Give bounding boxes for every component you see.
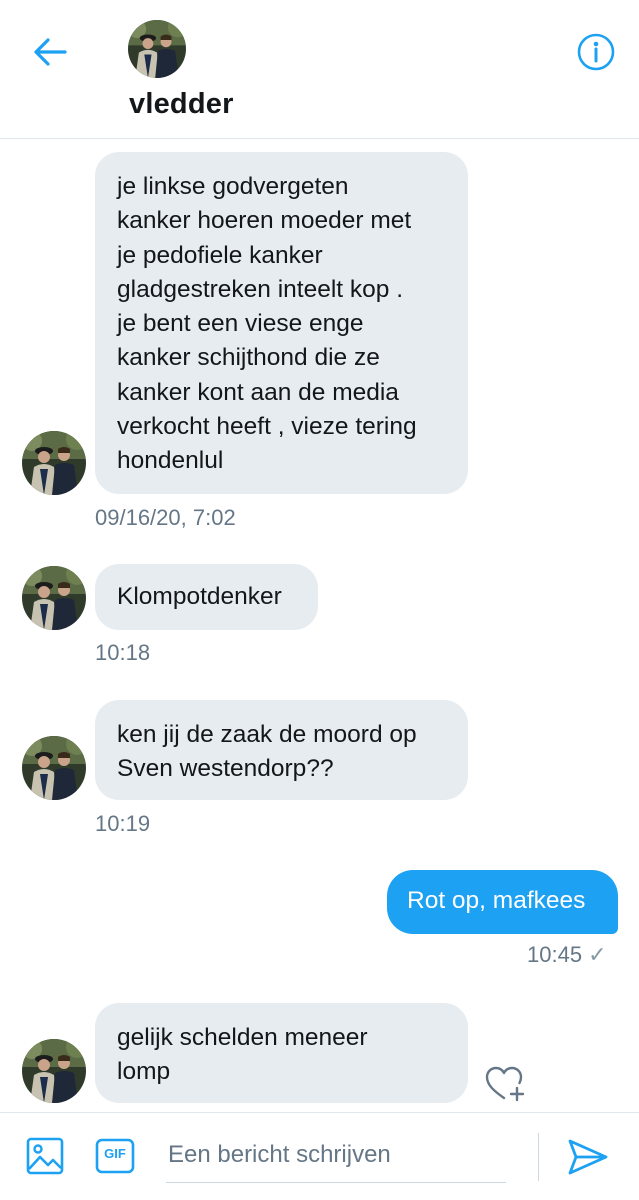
message-bubble-outgoing[interactable]: Rot op, mafkees: [387, 870, 618, 934]
message-timestamp: 10:19: [95, 811, 151, 836]
message-timestamp: 10:18: [95, 640, 151, 665]
message-bubble-incoming[interactable]: ken jij de zaak de moord op Sven westend…: [95, 700, 468, 800]
conversation-info-button[interactable]: [572, 28, 620, 76]
heart-plus-icon: [485, 1066, 525, 1102]
message-bubble-incoming[interactable]: Klompotdenker: [95, 564, 318, 630]
sender-avatar[interactable]: [22, 566, 86, 630]
conversation-username: vledder: [129, 88, 234, 120]
sent-checkmark-icon: ✓: [588, 942, 607, 967]
header-avatar[interactable]: [128, 20, 186, 78]
dm-conversation-screen: vledder je linkse godvergeten kanker hoe…: [0, 0, 639, 1200]
back-button[interactable]: [26, 30, 74, 74]
message-bubble-incoming[interactable]: je linkse godvergeten kanker hoeren moed…: [95, 152, 468, 494]
message-timestamp: 09/16/20, 7:02: [95, 505, 236, 530]
add-gif-button[interactable]: GIF: [95, 1137, 135, 1175]
send-button[interactable]: [566, 1135, 610, 1179]
add-reaction-button[interactable]: [484, 1064, 528, 1104]
avatar-photo: [128, 20, 186, 78]
arrow-left-icon: [34, 38, 67, 66]
composer-divider: [538, 1133, 539, 1181]
sender-avatar[interactable]: [22, 736, 86, 800]
message-bubble-incoming[interactable]: gelijk schelden meneer lomp: [95, 1003, 468, 1103]
message-timestamp: 10:45 ✓: [527, 942, 607, 968]
message-composer: GIF: [0, 1112, 639, 1200]
image-icon: [26, 1137, 64, 1175]
send-icon: [568, 1139, 608, 1175]
sender-avatar[interactable]: [22, 431, 86, 495]
message-time: 10:45: [527, 942, 583, 967]
add-media-button[interactable]: [26, 1137, 64, 1175]
gif-label: GIF: [104, 1146, 126, 1161]
conversation-header: vledder: [0, 0, 639, 139]
message-input[interactable]: [166, 1127, 506, 1183]
sender-avatar[interactable]: [22, 1039, 86, 1103]
info-icon: [577, 33, 615, 71]
